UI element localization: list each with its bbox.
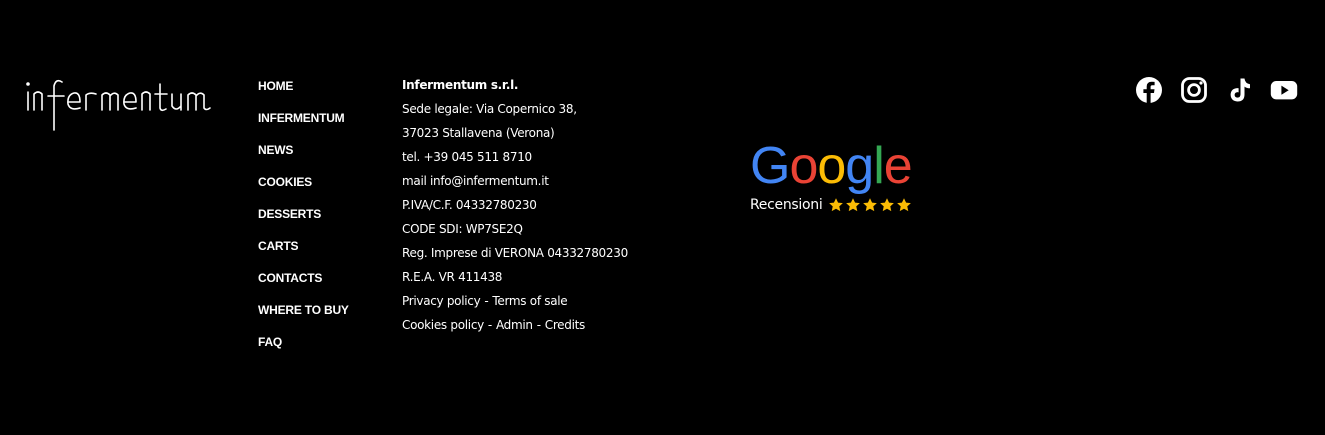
cookies-policy-link[interactable]: Cookies policy: [402, 318, 484, 332]
legal-links-row-1: Privacy policy - Terms of sale: [402, 290, 628, 314]
nav-item-home[interactable]: HOME: [258, 76, 349, 108]
company-sdi: CODE SDI: WP7SE2Q: [402, 222, 523, 236]
youtube-icon[interactable]: [1270, 76, 1298, 104]
star-icon: [897, 198, 912, 212]
tiktok-icon[interactable]: [1225, 76, 1253, 104]
separator: -: [487, 318, 492, 332]
separator: -: [536, 318, 541, 332]
footer-nav: HOME INFERMENTUM NEWS COOKIES DESSERTS C…: [258, 76, 349, 364]
google-letter: o: [817, 137, 846, 195]
google-letter: g: [845, 137, 874, 195]
terms-of-sale-link[interactable]: Terms of sale: [492, 294, 567, 308]
google-reviews-badge[interactable]: Google Recensioni: [750, 138, 926, 220]
privacy-policy-link[interactable]: Privacy policy: [402, 294, 481, 308]
google-letter: G: [750, 137, 790, 195]
company-phone: tel. +39 045 511 8710: [402, 150, 532, 164]
company-address-line1: Sede legale: Via Copernico 38,: [402, 102, 577, 116]
company-rea: R.E.A. VR 411438: [402, 270, 503, 284]
company-name: Infermentum s.r.l.: [402, 78, 519, 92]
nav-item-faq[interactable]: FAQ: [258, 332, 349, 364]
star-icon: [829, 198, 844, 212]
reviews-row: Recensioni: [750, 196, 926, 214]
admin-link[interactable]: Admin: [496, 318, 533, 332]
instagram-icon[interactable]: [1180, 76, 1208, 104]
company-info: Infermentum s.r.l. Sede legale: Via Cope…: [402, 74, 628, 338]
credits-link[interactable]: Credits: [545, 318, 586, 332]
company-register: Reg. Imprese di VERONA 04332780230: [402, 246, 628, 260]
star-icon: [846, 198, 861, 212]
nav-item-cookies[interactable]: COOKIES: [258, 172, 349, 204]
rating-stars: [828, 197, 912, 213]
company-address-line2: 37023 Stallavena (Verona): [402, 126, 555, 140]
brand-logo-mark: [26, 79, 211, 131]
nav-item-desserts[interactable]: DESSERTS: [258, 204, 349, 236]
nav-item-infermentum[interactable]: INFERMENTUM: [258, 108, 349, 140]
google-letter: l: [873, 137, 885, 195]
star-icon: [863, 198, 878, 212]
reviews-label: Recensioni: [750, 197, 823, 213]
nav-item-news[interactable]: NEWS: [258, 140, 349, 172]
nav-item-contacts[interactable]: CONTACTS: [258, 268, 349, 300]
nav-item-where-to-buy[interactable]: WHERE TO BUY: [258, 300, 349, 332]
brand-logo[interactable]: [24, 72, 216, 134]
social-links: [1135, 76, 1298, 104]
star-icon: [880, 198, 895, 212]
nav-item-carts[interactable]: CARTS: [258, 236, 349, 268]
legal-links-row-2: Cookies policy - Admin - Credits: [402, 314, 628, 338]
company-email: mail info@infermentum.it: [402, 174, 549, 188]
separator: -: [484, 294, 489, 308]
facebook-icon[interactable]: [1135, 76, 1163, 104]
company-vat: P.IVA/C.F. 04332780230: [402, 198, 537, 212]
google-letter: e: [883, 137, 913, 195]
google-wordmark: Google: [750, 138, 926, 194]
google-letter: o: [789, 137, 818, 195]
